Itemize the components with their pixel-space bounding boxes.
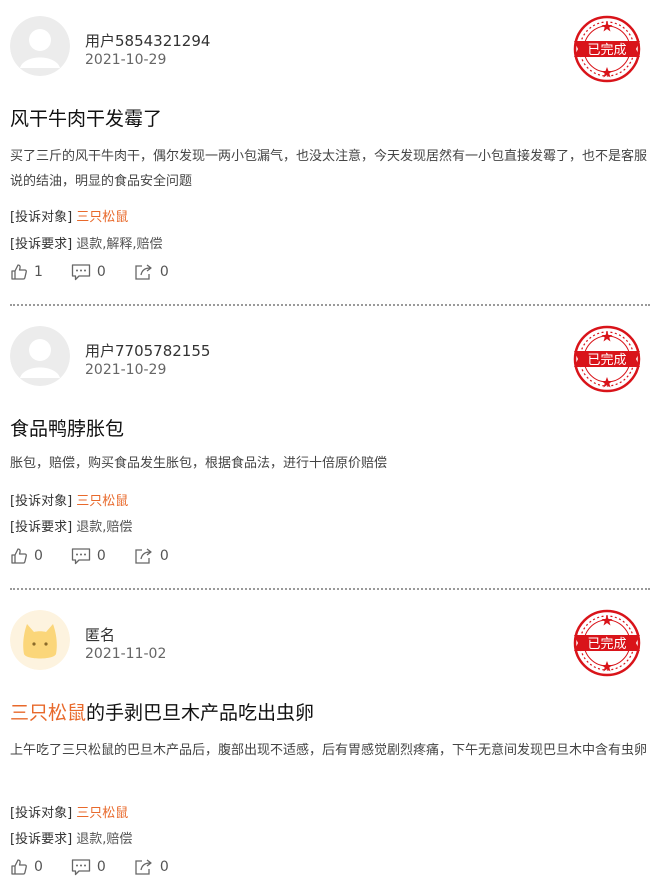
comment-count: 0: [96, 859, 106, 875]
complaint-target: [投诉对象] 三只松鼠: [10, 802, 128, 821]
comment-icon: [71, 858, 91, 876]
like-button[interactable]: 1: [10, 263, 43, 281]
like-button[interactable]: 0: [10, 547, 43, 565]
complaint-demand: [投诉要求] 退款,赔偿: [10, 516, 132, 535]
action-bar: 0 0 0: [10, 547, 169, 565]
user-name[interactable]: 用户5854321294: [85, 30, 210, 51]
share-count: 0: [159, 859, 169, 875]
avatar[interactable]: [10, 326, 70, 386]
complaint-feed: 用户5854321294 2021-10-29 已完成 风干牛肉干发霉了 买了三…: [0, 0, 662, 894]
share-count: 0: [159, 548, 169, 564]
like-count: 1: [34, 264, 43, 280]
like-count: 0: [34, 859, 43, 875]
share-button[interactable]: 0: [134, 263, 169, 281]
action-bar: 1 0 0: [10, 263, 169, 281]
target-link[interactable]: 三只松鼠: [76, 494, 128, 509]
comment-count: 0: [96, 548, 106, 564]
demand-label: [投诉要求]: [10, 237, 73, 252]
comment-button[interactable]: 0: [71, 858, 106, 876]
user-name[interactable]: 用户7705782155: [85, 340, 210, 361]
target-label: [投诉对象]: [10, 210, 73, 225]
share-icon: [134, 858, 154, 876]
share-icon: [134, 547, 154, 565]
comment-button[interactable]: 0: [71, 263, 106, 281]
demand-value: 退款,赔偿: [76, 520, 133, 535]
share-icon: [134, 263, 154, 281]
thumbs-up-icon: [10, 858, 28, 876]
complaint-demand: [投诉要求] 退款,赔偿: [10, 828, 132, 847]
post-date: 2021-10-29: [85, 52, 167, 68]
comment-button[interactable]: 0: [71, 547, 106, 565]
share-button[interactable]: 0: [134, 547, 169, 565]
complaint-card[interactable]: 用户5854321294 2021-10-29 已完成 风干牛肉干发霉了 买了三…: [0, 0, 662, 306]
avatar[interactable]: [10, 16, 70, 76]
status-label: 已完成: [587, 353, 626, 368]
title-text[interactable]: 食品鸭脖胀包: [10, 418, 124, 440]
completed-stamp-icon: 已完成: [572, 324, 642, 394]
complaint-title[interactable]: 三只松鼠的手剥巴旦木产品吃出虫卵: [10, 698, 314, 725]
complaint-body: 上午吃了三只松鼠的巴旦木产品后，腹部出现不适感，后有胃感觉剧烈疼痛，下午无意间发…: [10, 743, 648, 758]
demand-label: [投诉要求]: [10, 520, 73, 535]
like-button[interactable]: 0: [10, 858, 43, 876]
action-bar: 0 0 0: [10, 858, 169, 876]
target-label: [投诉对象]: [10, 806, 73, 821]
title-text[interactable]: 风干牛肉干发霉了: [10, 108, 162, 130]
complaint-body: 买了三斤的风干牛肉干，偶尔发现一两小包漏气，也没太注意，今天发现居然有一小包直接…: [10, 149, 648, 189]
complaint-body: 胀包，赔偿，购买食品发生胀包，根据食品法，进行十倍原价赔偿: [10, 456, 388, 471]
target-link[interactable]: 三只松鼠: [76, 806, 128, 821]
share-button[interactable]: 0: [134, 858, 169, 876]
demand-value: 退款,赔偿: [76, 832, 133, 847]
title-text[interactable]: 的手剥巴旦木产品吃出虫卵: [86, 702, 314, 724]
like-count: 0: [34, 548, 43, 564]
comment-icon: [71, 547, 91, 565]
completed-stamp-icon: 已完成: [572, 608, 642, 678]
complaint-title[interactable]: 风干牛肉干发霉了: [10, 104, 162, 131]
status-label: 已完成: [587, 43, 626, 58]
demand-value: 退款,解释,赔偿: [76, 237, 163, 252]
demand-label: [投诉要求]: [10, 832, 73, 847]
complaint-card[interactable]: 匿名 2021-11-02 已完成 三只松鼠的手剥巴旦木产品吃出虫卵 上午吃了三…: [0, 590, 662, 894]
completed-stamp-icon: 已完成: [572, 14, 642, 84]
complaint-card[interactable]: 用户7705782155 2021-10-29 已完成 食品鸭脖胀包 胀包，赔偿…: [0, 306, 662, 590]
thumbs-up-icon: [10, 547, 28, 565]
complaint-target: [投诉对象] 三只松鼠: [10, 490, 128, 509]
comment-icon: [71, 263, 91, 281]
complaint-demand: [投诉要求] 退款,解释,赔偿: [10, 233, 163, 252]
post-date: 2021-10-29: [85, 362, 167, 378]
target-label: [投诉对象]: [10, 494, 73, 509]
complaint-target: [投诉对象] 三只松鼠: [10, 206, 128, 225]
cat-avatar[interactable]: [10, 610, 70, 670]
post-date: 2021-11-02: [85, 646, 167, 662]
share-count: 0: [159, 264, 169, 280]
comment-count: 0: [96, 264, 106, 280]
target-link[interactable]: 三只松鼠: [76, 210, 128, 225]
user-name[interactable]: 匿名: [85, 624, 115, 645]
title-brand[interactable]: 三只松鼠: [10, 702, 86, 724]
thumbs-up-icon: [10, 263, 28, 281]
status-label: 已完成: [587, 637, 626, 652]
complaint-title[interactable]: 食品鸭脖胀包: [10, 414, 124, 441]
